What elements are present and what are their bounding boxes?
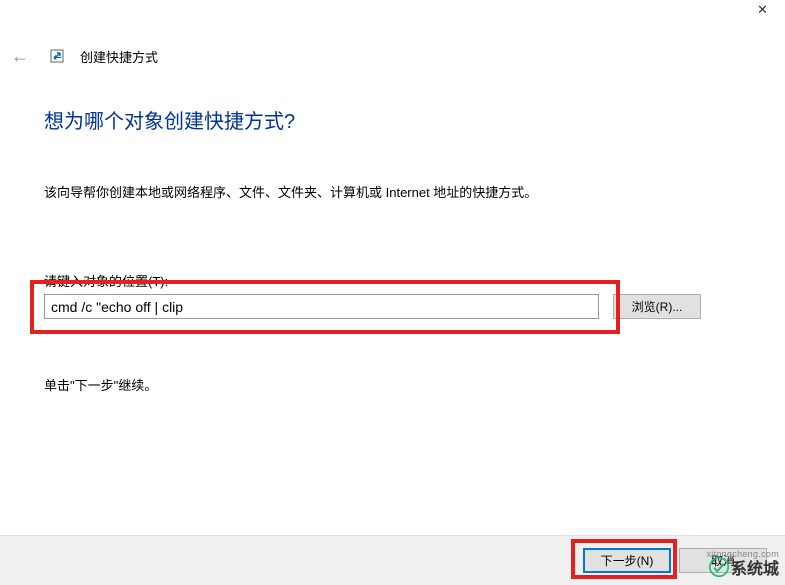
- watermark-url: xitongcheng.com: [706, 549, 779, 559]
- location-label: 请键入对象的位置(T):: [44, 271, 741, 290]
- page-heading: 想为哪个对象创建快捷方式?: [44, 105, 741, 134]
- browse-button[interactable]: 浏览(R)...: [613, 294, 701, 319]
- window-title: 创建快捷方式: [80, 47, 158, 66]
- close-button[interactable]: ✕: [740, 0, 785, 20]
- next-button[interactable]: 下一步(N): [583, 548, 671, 573]
- wizard-header: ← 创建快捷方式: [8, 44, 158, 68]
- hint-text: 单击"下一步"继续。: [44, 375, 741, 394]
- shortcut-icon: [50, 49, 64, 63]
- location-input[interactable]: [44, 294, 599, 319]
- page-description: 该向导帮你创建本地或网络程序、文件、文件夹、计算机或 Internet 地址的快…: [44, 182, 741, 201]
- wizard-footer: 下一步(N) 取消: [0, 535, 785, 585]
- back-arrow-icon[interactable]: ←: [8, 44, 32, 68]
